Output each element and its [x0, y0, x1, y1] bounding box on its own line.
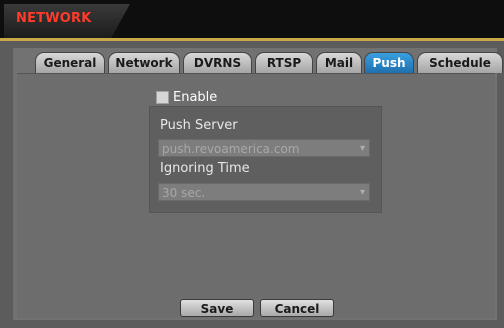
- save-button[interactable]: Save: [180, 299, 254, 317]
- enable-label: Enable: [173, 89, 218, 105]
- enable-checkbox-row[interactable]: Enable: [156, 89, 217, 105]
- ignoring-time-value: 30 sec.: [162, 186, 206, 200]
- tab-push[interactable]: Push: [364, 52, 414, 73]
- ignoring-time-label: Ignoring Time: [160, 161, 250, 176]
- chevron-down-icon: ▾: [359, 143, 365, 154]
- push-server-label: Push Server: [160, 118, 238, 133]
- tab-rtsp[interactable]: RTSP: [255, 52, 313, 73]
- cancel-button[interactable]: Cancel: [260, 299, 334, 317]
- push-server-value: push.revoamerica.com: [162, 142, 300, 156]
- chevron-down-icon: ▾: [359, 187, 365, 198]
- tab-network[interactable]: Network: [108, 52, 180, 73]
- title-bar: NETWORK: [0, 0, 504, 41]
- tab-dvrns[interactable]: DVRNS: [183, 52, 252, 73]
- tab-mail[interactable]: Mail: [316, 52, 362, 73]
- push-server-field[interactable]: push.revoamerica.com ▾: [158, 139, 370, 157]
- tab-general[interactable]: General: [35, 52, 105, 73]
- enable-checkbox[interactable]: [156, 90, 169, 104]
- window-title: NETWORK: [16, 11, 92, 26]
- tab-schedule[interactable]: Schedule: [417, 52, 503, 73]
- ignoring-time-select[interactable]: 30 sec. ▾: [158, 183, 370, 201]
